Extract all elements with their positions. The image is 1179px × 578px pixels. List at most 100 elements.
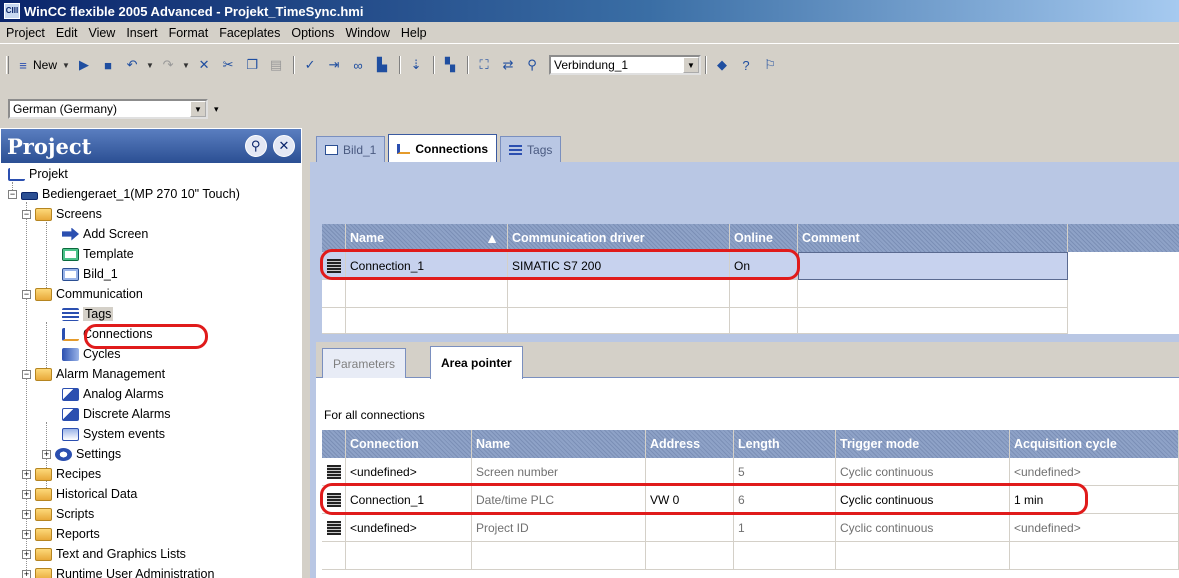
cell-acquisition-cycle[interactable]: <undefined> [1010, 458, 1179, 486]
expand-icon[interactable]: + [22, 569, 31, 578]
tree-item-system-events[interactable]: System events [62, 424, 165, 444]
cell-connection[interactable]: <undefined> [346, 458, 472, 486]
collapse-icon[interactable]: − [8, 189, 17, 199]
table-row-empty[interactable] [322, 542, 1179, 570]
menu-format[interactable]: Format [169, 26, 209, 40]
tree-item-alarm-management[interactable]: − Alarm Management [22, 364, 165, 384]
cell-driver[interactable]: SIMATIC S7 200 [508, 252, 730, 280]
cell-connection[interactable]: Connection_1 [346, 486, 472, 514]
expand-icon[interactable]: + [22, 489, 31, 499]
collapse-icon[interactable]: − [22, 209, 31, 219]
cell-address[interactable]: VW 0 [646, 486, 734, 514]
library-icon[interactable]: ◆ [711, 55, 733, 75]
chevron-down-icon[interactable]: ▼ [190, 101, 206, 117]
tree-item-template[interactable]: Template [62, 244, 134, 264]
tree-item-communication[interactable]: − Communication [22, 284, 143, 304]
col-online[interactable]: Online [730, 224, 798, 252]
collapse-icon[interactable]: − [22, 289, 31, 299]
table-row[interactable]: Connection_1 Date/time PLC VW 0 6 Cyclic… [322, 486, 1179, 514]
col-comment[interactable]: Comment [798, 224, 1068, 252]
undo-dropdown-icon[interactable]: ▼ [145, 55, 155, 75]
tree-item-cycles[interactable]: Cycles [62, 344, 121, 364]
cut-icon[interactable]: ✂ [217, 55, 239, 75]
expand-icon[interactable]: + [22, 509, 31, 519]
menu-project[interactable]: Project [6, 26, 45, 40]
tree-item-historical-data[interactable]: + Historical Data [22, 484, 137, 504]
table-row[interactable]: <undefined> Screen number 5 Cyclic conti… [322, 458, 1179, 486]
tree-item-text-graphics-lists[interactable]: + Text and Graphics Lists [22, 544, 186, 564]
menu-help[interactable]: Help [401, 26, 427, 40]
connection-combo[interactable]: Verbindung_1 ▼ [549, 55, 702, 75]
tree-item-device[interactable]: − Bediengeraet_1(MP 270 10" Touch) [8, 184, 240, 204]
context-help-icon[interactable]: ⚐ [759, 55, 781, 75]
tree-item-scripts[interactable]: + Scripts [22, 504, 94, 524]
expand-icon[interactable]: + [22, 529, 31, 539]
online-icon[interactable]: ∞ [347, 55, 369, 75]
col-name[interactable]: Name ▲ [346, 224, 508, 252]
tree-item-recipes[interactable]: + Recipes [22, 464, 101, 484]
close-icon[interactable]: ✕ [273, 135, 295, 157]
copy-icon[interactable]: ❐ [241, 55, 263, 75]
cell-address[interactable] [646, 514, 734, 542]
cross-reference-icon[interactable]: ⛶ [473, 55, 495, 75]
cell-connection[interactable]: <undefined> [346, 514, 472, 542]
table-row-empty[interactable] [322, 280, 1179, 308]
tree-item-settings[interactable]: + Settings [42, 444, 121, 464]
tree-item-discrete-alarms[interactable]: Discrete Alarms [62, 404, 171, 424]
tree-item-runtime-user-admin[interactable]: + Runtime User Administration [22, 564, 214, 578]
new-button[interactable]: New [33, 58, 57, 72]
redo-icon[interactable]: ↷ [157, 55, 179, 75]
tree-item-projekt[interactable]: Projekt [8, 164, 68, 184]
object-icon[interactable]: ▚ [439, 55, 461, 75]
expand-icon[interactable]: + [42, 449, 51, 459]
menu-view[interactable]: View [88, 26, 115, 40]
delete-icon[interactable]: ✕ [193, 55, 215, 75]
chevron-down-icon[interactable]: ▼ [683, 57, 700, 73]
menu-insert[interactable]: Insert [126, 26, 157, 40]
tree-item-bild1[interactable]: Bild_1 [62, 264, 118, 284]
col-driver[interactable]: Communication driver [508, 224, 730, 252]
expand-icon[interactable]: + [22, 469, 31, 479]
tree-item-reports[interactable]: + Reports [22, 524, 100, 544]
cell-acquisition-cycle[interactable]: 1 min [1010, 486, 1179, 514]
tab-tags[interactable]: Tags [500, 136, 562, 162]
menu-options[interactable]: Options [291, 26, 334, 40]
tab-connections[interactable]: Connections [388, 134, 498, 162]
check-icon[interactable]: ✓ [299, 55, 321, 75]
cell-online[interactable]: On [730, 252, 798, 280]
expand-icon[interactable]: + [22, 549, 31, 559]
transfer-icon[interactable]: ⇥ [323, 55, 345, 75]
align-icon[interactable]: ⇣ [405, 55, 427, 75]
col-address[interactable]: Address [646, 430, 734, 458]
col-length[interactable]: Length [734, 430, 836, 458]
tab-parameters[interactable]: Parameters [322, 348, 407, 378]
tree-item-connections[interactable]: Connections [62, 324, 153, 344]
cell-name[interactable]: Connection_1 [346, 252, 508, 280]
tree-item-add-screen[interactable]: Add Screen [62, 224, 148, 244]
undo-icon[interactable]: ↶ [121, 55, 143, 75]
col-acquisition-cycle[interactable]: Acquisition cycle [1010, 430, 1179, 458]
col-trigger-mode[interactable]: Trigger mode [836, 430, 1010, 458]
col-pointer-name[interactable]: Name [472, 430, 646, 458]
table-row[interactable]: Connection_1 SIMATIC S7 200 On [322, 252, 1179, 280]
simulate-icon[interactable]: ▙ [371, 55, 393, 75]
language-combo[interactable]: German (Germany) ▼ [8, 99, 208, 119]
tab-bild1[interactable]: Bild_1 [316, 136, 386, 162]
tree-item-analog-alarms[interactable]: Analog Alarms [62, 384, 164, 404]
menu-edit[interactable]: Edit [56, 26, 78, 40]
cell-comment[interactable] [798, 252, 1068, 280]
menu-faceplates[interactable]: Faceplates [219, 26, 280, 40]
new-dropdown-icon[interactable]: ▼ [61, 55, 71, 75]
tree-item-tags[interactable]: Tags [62, 304, 114, 324]
rewire-icon[interactable]: ⇄ [497, 55, 519, 75]
tab-area-pointer[interactable]: Area pointer [430, 346, 523, 379]
open-icon[interactable]: ▶ [73, 55, 95, 75]
cell-address[interactable] [646, 458, 734, 486]
find-icon[interactable]: ⚲ [521, 55, 543, 75]
save-icon[interactable]: ■ [97, 55, 119, 75]
tree-item-screens[interactable]: − Screens [22, 204, 102, 224]
redo-dropdown-icon[interactable]: ▼ [181, 55, 191, 75]
col-connection[interactable]: Connection [346, 430, 472, 458]
menu-window[interactable]: Window [345, 26, 389, 40]
toolbar-grip[interactable] [6, 56, 9, 74]
